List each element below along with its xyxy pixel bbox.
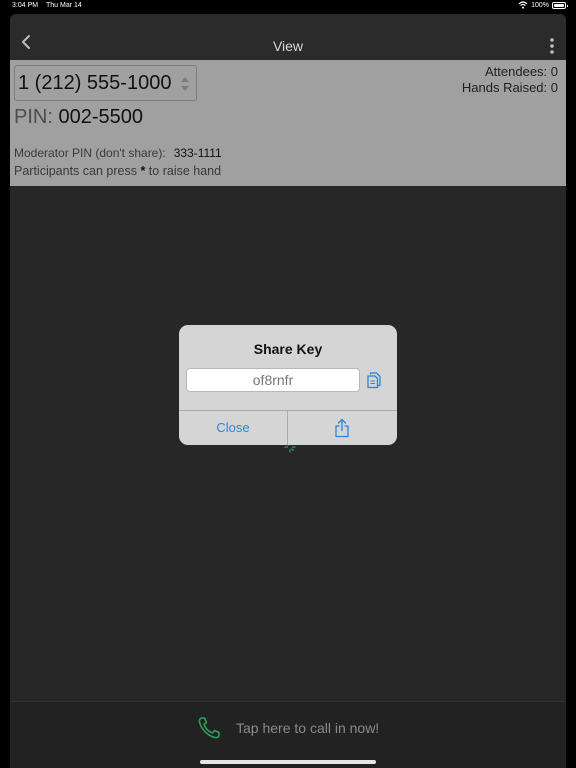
- home-indicator[interactable]: [200, 760, 376, 764]
- phone-number-select[interactable]: 1 (212) 555-1000: [14, 65, 197, 101]
- raise-hand-hint: Participants can press * to raise hand: [14, 164, 221, 178]
- hands-raised-count: Hands Raised: 0: [461, 80, 558, 95]
- page-title: View: [272, 38, 304, 54]
- phone-icon: [198, 717, 220, 739]
- share-key-field[interactable]: of8rnfr: [186, 368, 360, 392]
- phone-number-value: 1 (212) 555-1000: [18, 72, 172, 94]
- pin-label: PIN:: [14, 106, 53, 128]
- more-vertical-icon[interactable]: [548, 37, 556, 55]
- battery-percent: 100%: [531, 1, 549, 9]
- pin-value: 002-5500: [58, 106, 143, 128]
- attendees-count: Attendees: 0: [485, 64, 558, 79]
- share-icon: [335, 418, 349, 438]
- copy-icon[interactable]: [366, 371, 382, 389]
- moderator-pin-line: Moderator PIN (don't share): 333-1111: [14, 146, 222, 160]
- share-key-dialog: Share Key of8rnfr Close: [179, 325, 397, 445]
- raise-hint-suffix: to raise hand: [145, 164, 222, 178]
- close-button[interactable]: Close: [179, 411, 287, 445]
- counts-block: Attendees: 0 Hands Raised: 0: [462, 64, 558, 96]
- moderator-pin-value: 333-1111: [173, 146, 222, 160]
- pin-line: PIN: 002-5500: [14, 106, 143, 129]
- call-in-bar[interactable]: Tap here to call in now!: [10, 701, 566, 768]
- app-window: View 1 (212) 555-1000 PIN: 002-5500 Atte…: [10, 14, 566, 768]
- status-bar: 3:04 PM Thu Mar 14 100%: [0, 0, 576, 12]
- status-time: 3:04 PM: [12, 2, 39, 9]
- raise-hint-prefix: Participants can press: [14, 164, 141, 178]
- wifi-icon: [518, 1, 528, 9]
- select-arrows-icon: [181, 77, 189, 91]
- battery-icon: [552, 1, 568, 9]
- conference-info-panel: 1 (212) 555-1000 PIN: 002-5500 Attendees…: [10, 60, 566, 186]
- share-button[interactable]: [288, 411, 397, 445]
- nav-bar: View: [10, 14, 566, 60]
- call-in-text: Tap here to call in now!: [236, 720, 380, 736]
- moderator-pin-label: Moderator PIN (don't share):: [14, 146, 166, 160]
- status-date: Thu Mar 14: [46, 2, 82, 9]
- dialog-title: Share Key: [253, 341, 323, 357]
- status-right: 100%: [518, 1, 568, 9]
